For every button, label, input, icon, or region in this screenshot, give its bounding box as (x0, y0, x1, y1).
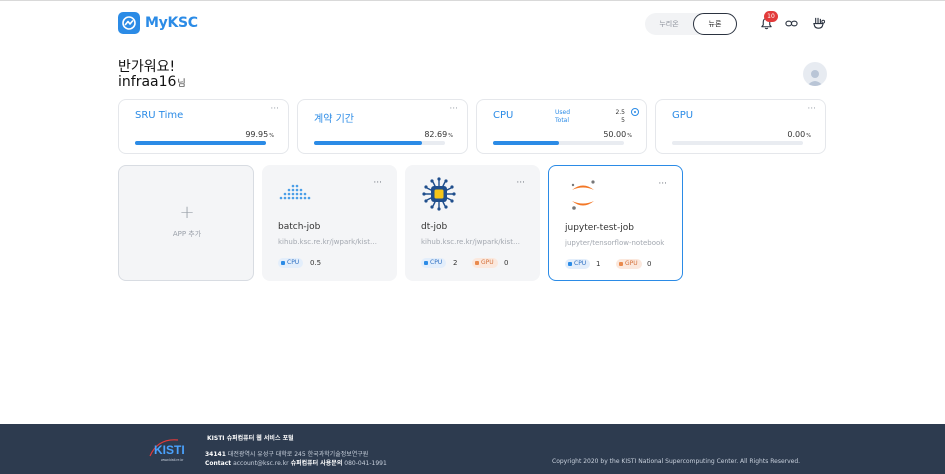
stat-title: GPU (672, 110, 694, 121)
cpu-value: 0.5 (310, 259, 322, 267)
username: infraa16 (118, 74, 177, 90)
gpu-chip: GPU (616, 259, 642, 269)
cpu-total-value: 5 (621, 117, 625, 124)
progress-fill (314, 141, 423, 145)
svg-text:www.kisti.re.kr: www.kisti.re.kr (161, 458, 184, 462)
app-name: jupyter-test-job (565, 223, 634, 233)
cpu-chip: CPU (565, 259, 591, 269)
add-app-button[interactable]: + APP 추가 (118, 165, 254, 281)
footer-title: KISTI 슈퍼컴퓨터 웹 서비스 포털 (207, 435, 294, 442)
cpu-chip: CPU (421, 258, 447, 268)
footer-contact: Contact account@ksc.re.kr 슈퍼컴퓨터 사용문의 080… (205, 460, 387, 467)
app-name: dt-job (421, 222, 448, 232)
svg-text:KISTI: KISTI (154, 443, 185, 457)
stat-card-contract-period: 계약 기간 ··· 82.69% (297, 99, 468, 154)
user-menu-icon[interactable] (809, 14, 827, 32)
app-card-batch-job[interactable]: ··· batch-job kihub.ksc.re.kr/jwpark/kis… (262, 165, 397, 281)
stat-value: 82.69% (424, 130, 453, 139)
progress-fill (493, 141, 559, 145)
more-options-icon[interactable]: ··· (516, 178, 525, 188)
app-image-url: kihub.ksc.re.kr/jwpark/kisti-batch (278, 238, 378, 246)
progress-bar (135, 141, 266, 145)
top-border (0, 0, 945, 1)
more-options-icon[interactable]: ··· (449, 104, 458, 114)
stat-title: CPU (493, 110, 514, 121)
stat-card-cpu: CPU Used 2.5 Total 5 50.00% (476, 99, 647, 154)
kisti-logo: KISTI www.kisti.re.kr (148, 434, 196, 464)
toggle-option-neuron[interactable]: 뉴론 (693, 13, 737, 35)
notification-badge: 10 (764, 11, 778, 22)
progress-fill (135, 141, 266, 145)
system-toggle[interactable]: 누리온 뉴론 (645, 13, 737, 35)
honorific-suffix: 님 (177, 79, 186, 89)
circuit-chip-icon (419, 174, 459, 214)
more-options-icon[interactable]: ··· (658, 179, 667, 189)
logo-mark-icon (118, 12, 140, 34)
batch-icon (276, 174, 316, 214)
cpu-value: 1 (596, 260, 601, 268)
logo[interactable]: MyKSC (118, 12, 198, 34)
toggle-option-nurion[interactable]: 누리온 (645, 13, 693, 35)
progress-bar (314, 141, 445, 145)
greeting-text: 반가워요! (118, 59, 176, 75)
footer-address: 34141 대전광역시 유성구 대학로 245 한국과학기술정보연구원 (205, 451, 369, 458)
contact-email[interactable]: account@ksc.re.kr (233, 460, 289, 467)
stat-value: 50.00% (603, 130, 632, 139)
app-image-url: kihub.ksc.re.kr/jwpark/kisti-dt (421, 238, 521, 246)
more-options-icon[interactable]: ··· (270, 104, 279, 114)
cpu-used-value: 2.5 (615, 109, 625, 116)
avatar[interactable] (803, 62, 827, 86)
jupyter-icon (563, 175, 603, 215)
more-options-icon[interactable]: ··· (373, 178, 382, 188)
stat-value: 99.95% (245, 130, 274, 139)
logo-text: MyKSC (145, 15, 198, 31)
cpu-used-label: Used (555, 109, 571, 116)
progress-bar (672, 141, 803, 145)
app-image-url: jupyter/tensorflow-notebook (565, 239, 665, 247)
info-icon[interactable] (631, 108, 639, 116)
add-app-label: APP 추가 (172, 230, 202, 238)
stat-title: SRU Time (135, 110, 184, 121)
copyright-text: Copyright 2020 by the KISTI National Sup… (552, 458, 801, 465)
stat-value: 0.00% (787, 130, 811, 139)
more-options-icon[interactable]: ··· (807, 104, 816, 114)
app-name: batch-job (278, 222, 321, 232)
cpu-value: 2 (453, 259, 458, 267)
stat-card-gpu: GPU ··· 0.00% (655, 99, 826, 154)
gpu-value: 0 (504, 259, 509, 267)
footer (0, 424, 945, 474)
gpu-value: 0 (647, 260, 652, 268)
stat-title: 계약 기간 (314, 114, 354, 125)
gpu-chip: GPU (472, 258, 498, 268)
stat-card-sru-time: SRU Time ··· 99.95% (118, 99, 289, 154)
plus-icon: + (179, 202, 195, 223)
app-card-jupyter-test-job[interactable]: ··· jupyter-test-job jupyter/tensorflow-… (548, 165, 683, 281)
link-icon[interactable] (782, 14, 800, 32)
app-card-dt-job[interactable]: ··· dt-job kihub.ksc.re.kr/jwpark/kisti-… (405, 165, 540, 281)
cpu-chip: CPU (278, 258, 304, 268)
cpu-total-label: Total (555, 117, 570, 124)
username-line: infraa16님 (118, 74, 186, 90)
progress-bar (493, 141, 624, 145)
